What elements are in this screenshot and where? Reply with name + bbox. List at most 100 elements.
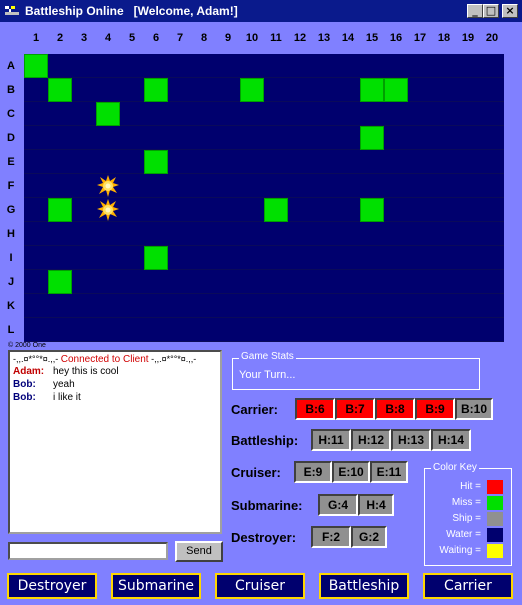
board-cell[interactable] bbox=[72, 294, 96, 318]
board-cell[interactable] bbox=[168, 54, 192, 78]
board-cell[interactable] bbox=[312, 318, 336, 342]
board-cell[interactable] bbox=[72, 102, 96, 126]
board-cell[interactable] bbox=[408, 126, 432, 150]
board-cell[interactable] bbox=[48, 126, 72, 150]
board-cell-miss[interactable] bbox=[24, 54, 48, 78]
board-cell[interactable] bbox=[264, 294, 288, 318]
board-cell[interactable] bbox=[72, 54, 96, 78]
board-cell-miss[interactable] bbox=[360, 78, 384, 102]
board-cell[interactable] bbox=[72, 270, 96, 294]
board-cell[interactable] bbox=[96, 270, 120, 294]
board-cell[interactable] bbox=[360, 294, 384, 318]
board-cell[interactable] bbox=[24, 222, 48, 246]
board-cell[interactable] bbox=[480, 54, 504, 78]
board-cell[interactable] bbox=[24, 150, 48, 174]
board-cell[interactable] bbox=[192, 318, 216, 342]
board-cell[interactable] bbox=[240, 246, 264, 270]
board-cell[interactable] bbox=[240, 294, 264, 318]
board-cell[interactable] bbox=[264, 270, 288, 294]
board-cell[interactable] bbox=[480, 294, 504, 318]
board-cell[interactable] bbox=[336, 222, 360, 246]
board-cell[interactable] bbox=[336, 54, 360, 78]
board-cell[interactable] bbox=[216, 318, 240, 342]
board-cell[interactable] bbox=[480, 246, 504, 270]
board-cell[interactable] bbox=[432, 150, 456, 174]
board-cell[interactable] bbox=[432, 270, 456, 294]
board-cell-miss[interactable] bbox=[360, 126, 384, 150]
board-cell[interactable] bbox=[72, 198, 96, 222]
board-cell[interactable] bbox=[216, 222, 240, 246]
board-cell[interactable] bbox=[408, 246, 432, 270]
board-cell[interactable] bbox=[120, 126, 144, 150]
board-cell[interactable] bbox=[144, 270, 168, 294]
board-cell[interactable] bbox=[192, 78, 216, 102]
board-cell[interactable] bbox=[96, 126, 120, 150]
cruiser-button[interactable]: Cruiser bbox=[215, 573, 305, 599]
board-cell[interactable] bbox=[360, 150, 384, 174]
board-cell[interactable] bbox=[96, 54, 120, 78]
board-cell[interactable] bbox=[144, 102, 168, 126]
board-cell[interactable] bbox=[192, 246, 216, 270]
board-cell[interactable] bbox=[288, 294, 312, 318]
board-cell-miss[interactable] bbox=[96, 102, 120, 126]
board-cell[interactable] bbox=[72, 150, 96, 174]
battleship-button[interactable]: Battleship bbox=[319, 573, 409, 599]
board-cell[interactable] bbox=[432, 126, 456, 150]
board-cell[interactable] bbox=[480, 126, 504, 150]
board-cell[interactable] bbox=[456, 54, 480, 78]
destroyer-button[interactable]: Destroyer bbox=[7, 573, 97, 599]
board-cell[interactable] bbox=[456, 246, 480, 270]
board-cell[interactable] bbox=[144, 222, 168, 246]
board-cell[interactable] bbox=[336, 150, 360, 174]
board-cell[interactable] bbox=[432, 318, 456, 342]
board-cell[interactable] bbox=[360, 318, 384, 342]
board-cell[interactable] bbox=[144, 126, 168, 150]
board-cell-miss[interactable] bbox=[360, 198, 384, 222]
board-cell[interactable] bbox=[480, 198, 504, 222]
board-cell[interactable] bbox=[456, 270, 480, 294]
board-cell[interactable] bbox=[288, 174, 312, 198]
board-cell[interactable] bbox=[24, 318, 48, 342]
send-button[interactable]: Send bbox=[175, 541, 223, 562]
board-cell[interactable] bbox=[96, 78, 120, 102]
board-cell[interactable] bbox=[288, 246, 312, 270]
board-cell[interactable] bbox=[240, 270, 264, 294]
board-cell[interactable] bbox=[456, 126, 480, 150]
board-cell[interactable] bbox=[192, 294, 216, 318]
board-cell[interactable] bbox=[24, 78, 48, 102]
board-cell[interactable] bbox=[408, 102, 432, 126]
board-cell-miss[interactable] bbox=[48, 270, 72, 294]
board-cell[interactable] bbox=[24, 126, 48, 150]
board-cell[interactable] bbox=[120, 174, 144, 198]
close-button[interactable]: × bbox=[502, 4, 518, 18]
board-cell-miss[interactable] bbox=[240, 78, 264, 102]
board-cell[interactable] bbox=[408, 174, 432, 198]
board-cell[interactable] bbox=[384, 150, 408, 174]
board-cell[interactable] bbox=[288, 102, 312, 126]
board-cell[interactable] bbox=[216, 294, 240, 318]
board-cell[interactable] bbox=[264, 174, 288, 198]
board-cell[interactable] bbox=[312, 174, 336, 198]
board-cell[interactable] bbox=[120, 246, 144, 270]
board-cell[interactable] bbox=[336, 270, 360, 294]
board-cell-miss[interactable] bbox=[144, 150, 168, 174]
board-cell[interactable] bbox=[384, 54, 408, 78]
board-cell[interactable] bbox=[192, 126, 216, 150]
board-cell[interactable] bbox=[336, 294, 360, 318]
board-cell[interactable] bbox=[216, 174, 240, 198]
board-cell[interactable] bbox=[168, 174, 192, 198]
board-cell[interactable] bbox=[24, 270, 48, 294]
board-cell[interactable] bbox=[384, 126, 408, 150]
minimize-button[interactable]: _ bbox=[467, 4, 483, 18]
board-cell[interactable] bbox=[240, 54, 264, 78]
board-cell[interactable] bbox=[360, 174, 384, 198]
board-cell[interactable] bbox=[264, 150, 288, 174]
board-cell[interactable] bbox=[288, 126, 312, 150]
board-cell[interactable] bbox=[288, 198, 312, 222]
board-cell[interactable] bbox=[288, 270, 312, 294]
board-cell[interactable] bbox=[480, 174, 504, 198]
board-cell[interactable] bbox=[216, 78, 240, 102]
chat-input[interactable] bbox=[8, 542, 168, 560]
board-cell[interactable] bbox=[408, 270, 432, 294]
board-cell-miss[interactable] bbox=[144, 246, 168, 270]
